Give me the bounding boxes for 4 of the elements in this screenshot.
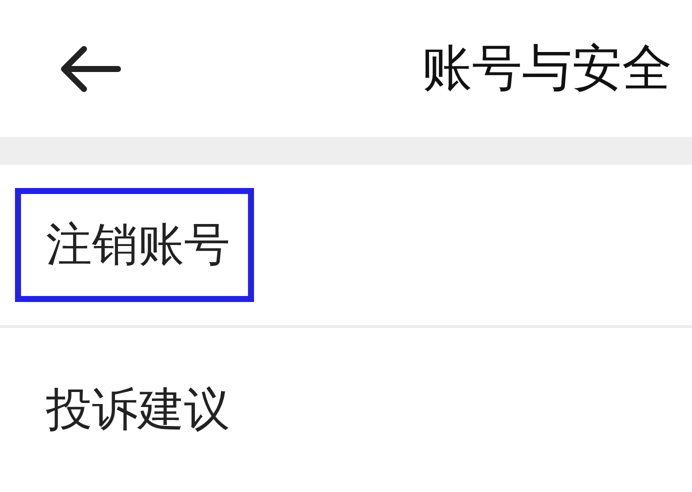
page-title: 账号与安全 xyxy=(422,38,672,99)
menu-item[interactable]: 注销账号 xyxy=(15,188,254,302)
back-arrow-icon[interactable] xyxy=(58,44,122,92)
menu-item[interactable]: 投诉建议 xyxy=(15,353,254,467)
